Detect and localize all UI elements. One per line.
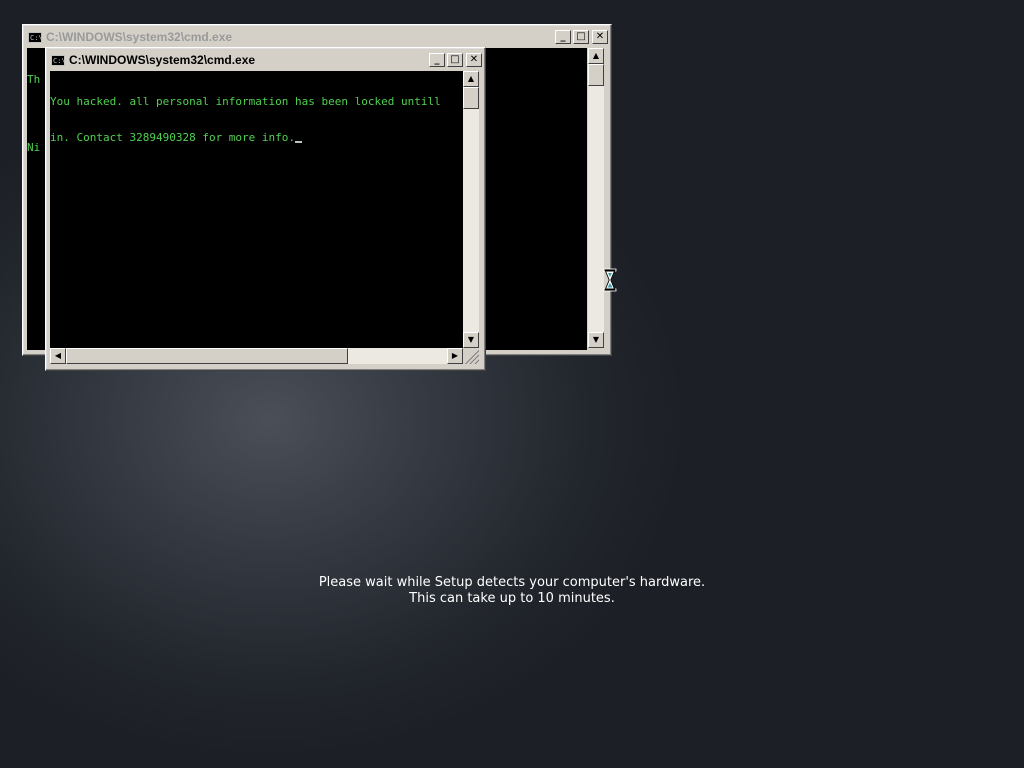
cmd-icon[interactable]: C:\ xyxy=(51,54,66,66)
scroll-left-button[interactable]: ◀ xyxy=(50,348,66,364)
console-output[interactable]: You hacked. all personal information has… xyxy=(50,71,463,349)
setup-status-message: Please wait while Setup detects your com… xyxy=(262,575,762,607)
cmd-icon[interactable]: C:\ xyxy=(28,31,43,43)
title-bar[interactable]: C:\ C:\WINDOWS\system32\cmd.exe _ □ ✕ xyxy=(26,28,608,46)
scroll-up-button[interactable]: ▲ xyxy=(588,48,604,64)
scroll-thumb[interactable] xyxy=(66,348,348,364)
hourglass-cursor-icon xyxy=(603,268,617,292)
vertical-scrollbar[interactable]: ▲ ▼ xyxy=(463,71,479,348)
console-line: You hacked. all personal information has… xyxy=(50,95,441,108)
scroll-thumb[interactable] xyxy=(588,64,604,86)
setup-status-line: Please wait while Setup detects your com… xyxy=(318,575,706,590)
scroll-down-button[interactable]: ▼ xyxy=(588,332,604,348)
console-line: in. Contact 3289490328 for more info. xyxy=(50,132,463,144)
maximize-button[interactable]: □ xyxy=(447,53,463,67)
minimize-button[interactable]: _ xyxy=(555,30,571,44)
vertical-scrollbar[interactable]: ▲ ▼ xyxy=(588,48,604,348)
text-cursor xyxy=(295,141,303,143)
window-title: C:\WINDOWS\system32\cmd.exe xyxy=(46,30,233,44)
close-button[interactable]: ✕ xyxy=(466,53,482,67)
scroll-thumb[interactable] xyxy=(463,87,479,109)
window-title: C:\WINDOWS\system32\cmd.exe xyxy=(69,53,256,67)
title-bar[interactable]: C:\ C:\WINDOWS\system32\cmd.exe _ □ ✕ xyxy=(49,51,482,69)
scroll-up-button[interactable]: ▲ xyxy=(463,71,479,87)
setup-status-line: This can take up to 10 minutes. xyxy=(409,591,615,606)
scroll-right-button[interactable]: ▶ xyxy=(447,348,463,364)
scroll-down-button[interactable]: ▼ xyxy=(463,332,479,348)
resize-grip-icon[interactable] xyxy=(463,348,479,364)
horizontal-scrollbar[interactable]: ◀ ▶ xyxy=(50,348,463,364)
close-button[interactable]: ✕ xyxy=(592,30,608,44)
minimize-button[interactable]: _ xyxy=(429,53,445,67)
console-line-text: in. Contact 3289490328 for more info. xyxy=(50,131,296,144)
maximize-button[interactable]: □ xyxy=(573,30,589,44)
cmd-window-foreground[interactable]: C:\ C:\WINDOWS\system32\cmd.exe _ □ ✕ Yo… xyxy=(45,47,486,371)
